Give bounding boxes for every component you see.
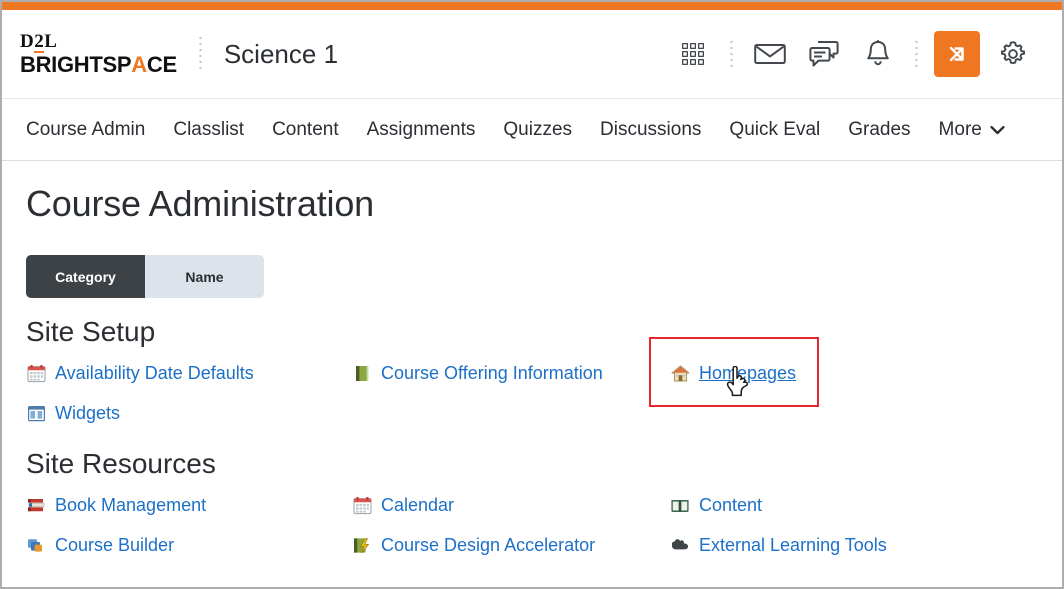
nav-item-more[interactable]: More [925, 119, 1019, 141]
link-label[interactable]: Book Management [55, 495, 206, 516]
link-book-management[interactable]: Book Management [26, 488, 352, 522]
header-icon-bar [666, 27, 1040, 81]
logo-brightspace-text: BRIGHTSP A CE [20, 54, 177, 76]
link-label[interactable]: Course Offering Information [381, 363, 603, 384]
page-header: D2L BRIGHTSP A CE Science 1 [2, 10, 1062, 98]
link-external-learning-tools[interactable]: External Learning Tools [670, 528, 1038, 562]
book-bolt-icon [352, 535, 372, 555]
view-toggle-group: Category Name [26, 255, 264, 298]
widgets-icon [26, 403, 46, 423]
chevron-down-icon [990, 119, 1005, 141]
puzzle-piece-icon [670, 535, 690, 555]
section-heading-site-resources: Site Resources [26, 448, 216, 479]
nav-item-assignments[interactable]: Assignments [353, 119, 490, 141]
bell-icon[interactable] [851, 27, 905, 81]
toggle-category[interactable]: Category [26, 255, 145, 298]
toggle-name[interactable]: Name [145, 255, 264, 298]
nav-item-discussions[interactable]: Discussions [586, 119, 715, 141]
link-calendar[interactable]: Calendar [352, 488, 670, 522]
logo-d2l-text: D2L [20, 31, 58, 52]
brightspace-logo[interactable]: D2L BRIGHTSP A CE [20, 32, 177, 76]
green-book-icon [352, 363, 372, 383]
section-heading-site-setup: Site Setup [26, 316, 156, 347]
browser-page: D2L BRIGHTSP A CE Science 1 Course Admin… [0, 0, 1064, 589]
link-label[interactable]: External Learning Tools [699, 535, 887, 556]
calendar-icon [26, 363, 46, 383]
link-label[interactable]: Course Design Accelerator [381, 535, 595, 556]
main-content: Course Administration Category Name Site… [2, 161, 1062, 562]
link-label[interactable]: Homepages [699, 363, 796, 384]
envelope-icon[interactable] [743, 27, 797, 81]
course-navbar: Course Admin Classlist Content Assignmen… [2, 98, 1062, 161]
calendar-icon [352, 495, 372, 515]
open-book-icon [670, 495, 690, 515]
logo-caret: A [131, 52, 147, 77]
header-divider-left [198, 35, 202, 73]
link-course-offering-information[interactable]: Course Offering Information [352, 356, 670, 390]
gear-icon[interactable] [986, 27, 1040, 81]
course-title: Science 1 [223, 38, 339, 69]
site-setup-link-grid: Availability Date Defaults Course Offeri… [26, 337, 1038, 430]
link-content[interactable]: Content [670, 488, 1038, 522]
nav-item-classlist[interactable]: Classlist [159, 119, 258, 141]
link-course-builder[interactable]: Course Builder [26, 528, 352, 562]
top-accent-bar [2, 2, 1062, 10]
link-homepages[interactable]: Homepages [649, 337, 1038, 407]
waffle-grid-icon[interactable] [666, 27, 720, 81]
link-label[interactable]: Calendar [381, 495, 454, 516]
link-label[interactable]: Widgets [55, 403, 120, 424]
page-title: Course Administration [26, 183, 374, 224]
nav-item-content[interactable]: Content [258, 119, 353, 141]
link-label[interactable]: Content [699, 495, 762, 516]
alerts-arrows-icon[interactable] [934, 31, 980, 77]
nav-item-quick-eval[interactable]: Quick Eval [715, 119, 834, 141]
link-label[interactable]: Availability Date Defaults [55, 363, 254, 384]
link-widgets[interactable]: Widgets [26, 396, 352, 430]
header-divider-right [915, 39, 918, 69]
nav-item-more-label: More [938, 118, 982, 140]
link-course-design-accelerator[interactable]: Course Design Accelerator [352, 528, 670, 562]
nav-item-grades[interactable]: Grades [834, 119, 924, 141]
link-availability-date-defaults[interactable]: Availability Date Defaults [26, 356, 352, 390]
chat-bubbles-icon[interactable] [797, 27, 851, 81]
site-resources-link-grid: Book Management Calendar Content Course … [26, 488, 1038, 562]
link-label[interactable]: Course Builder [55, 535, 174, 556]
header-divider-icons [730, 39, 733, 69]
house-icon [670, 363, 690, 383]
book-stack-icon [26, 495, 46, 515]
logo-part-b: CE [146, 52, 177, 77]
nav-item-quizzes[interactable]: Quizzes [489, 119, 586, 141]
nav-item-course-admin[interactable]: Course Admin [22, 119, 159, 141]
course-builder-icon [26, 535, 46, 555]
logo-part-a: BRIGHTSP [20, 52, 132, 77]
